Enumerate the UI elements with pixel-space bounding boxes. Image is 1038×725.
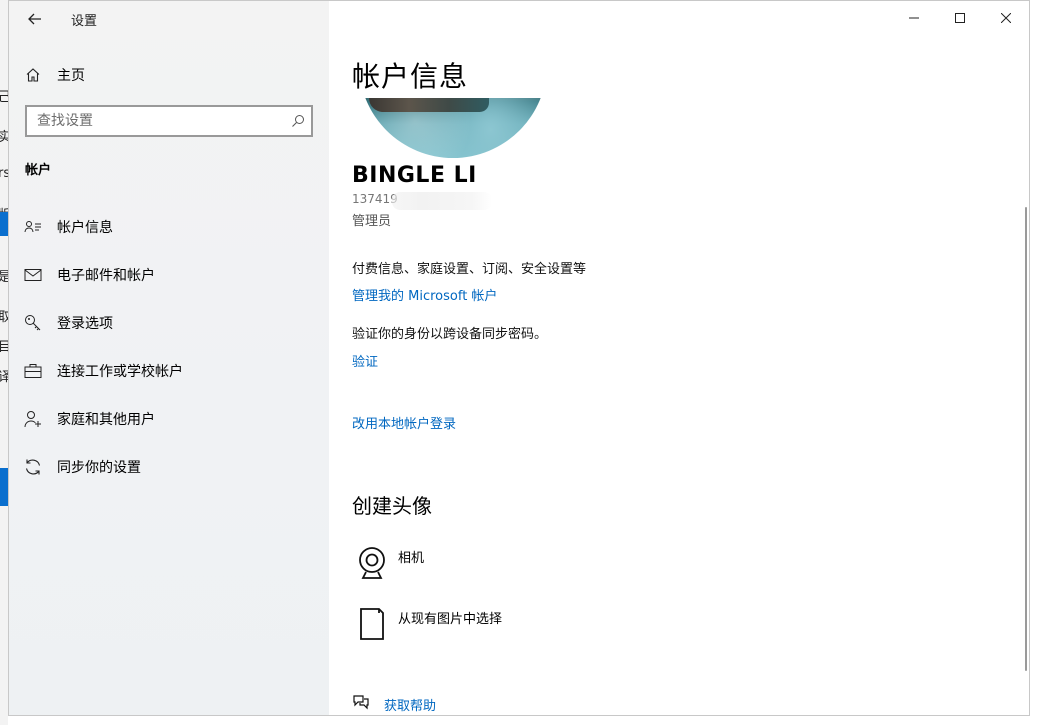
sidebar-item-sync-settings[interactable]: 同步你的设置 — [9, 447, 329, 487]
sidebar-item-label: 电子邮件和帐户 — [57, 268, 155, 284]
user-role: 管理员 — [352, 214, 392, 229]
file-icon — [352, 604, 392, 644]
background-app-text: 己 — [0, 90, 8, 105]
briefcase-icon — [23, 363, 43, 379]
settings-window: 设置 主页 帐户 帐户信息 电子邮件和帐户 — [8, 0, 1030, 716]
background-accent-bar — [0, 212, 8, 236]
minimize-button[interactable] — [891, 1, 937, 35]
help-chat-icon — [352, 694, 370, 714]
search-box — [25, 105, 313, 137]
background-app-text: 目 — [0, 340, 8, 355]
page-title: 帐户信息 — [352, 60, 469, 93]
background-app-text: 是 — [0, 270, 8, 285]
browse-picture-label: 从现有图片中选择 — [398, 612, 503, 627]
sidebar-section-heading: 帐户 — [25, 163, 52, 178]
back-button[interactable] — [21, 5, 49, 33]
create-avatar-heading: 创建头像 — [352, 494, 432, 518]
help-link-label: 获取帮助 — [384, 698, 437, 714]
sidebar-item-label: 帐户信息 — [57, 220, 113, 236]
background-app-text: 译 — [0, 370, 8, 385]
sidebar-item-account-info[interactable]: 帐户信息 — [9, 207, 329, 247]
sidebar-item-label: 同步你的设置 — [57, 460, 141, 476]
use-local-account-link[interactable]: 改用本地帐户登录 — [352, 413, 456, 432]
get-help-link[interactable]: 获取帮助 — [352, 694, 436, 714]
redaction-blur — [392, 192, 492, 210]
sidebar-item-sign-in-options[interactable]: 登录选项 — [9, 303, 329, 343]
user-avatar — [359, 98, 547, 158]
verify-identity-text: 验证你的身份以跨设备同步密码。 — [352, 327, 548, 342]
scrollbar[interactable] — [1025, 207, 1027, 671]
camera-option[interactable]: 相机 — [352, 543, 424, 587]
main-content: 帐户信息 BINGLE LI 137419 管理员 付费信息、家庭设置、订阅、安… — [329, 1, 1029, 715]
user-name: BINGLE LI — [352, 163, 477, 188]
close-button[interactable] — [983, 1, 1029, 35]
sidebar-item-label: 登录选项 — [57, 316, 113, 332]
person-card-icon — [23, 220, 43, 234]
background-app-text: rs — [0, 166, 8, 181]
window-title: 设置 — [71, 14, 98, 29]
maximize-icon — [955, 13, 965, 23]
sidebar-item-label: 家庭和其他用户 — [57, 412, 155, 428]
background-app-text: 实 — [0, 130, 8, 145]
billing-info-text: 付费信息、家庭设置、订阅、安全设置等 — [352, 262, 587, 277]
maximize-button[interactable] — [937, 1, 983, 35]
person-add-icon — [23, 410, 43, 428]
sidebar-item-email-accounts[interactable]: 电子邮件和帐户 — [9, 255, 329, 295]
sidebar-item-label: 连接工作或学校帐户 — [57, 364, 183, 380]
sidebar-item-family-users[interactable]: 家庭和其他用户 — [9, 399, 329, 439]
home-label: 主页 — [57, 68, 85, 84]
sidebar-item-work-school[interactable]: 连接工作或学校帐户 — [9, 351, 329, 391]
minimize-icon — [909, 17, 919, 19]
mail-icon — [23, 268, 43, 282]
home-link[interactable]: 主页 — [23, 63, 85, 87]
browse-picture-option[interactable]: 从现有图片中选择 — [352, 604, 502, 648]
camera-icon — [352, 543, 392, 583]
close-icon — [1001, 13, 1011, 23]
back-arrow-icon — [28, 13, 41, 25]
search-input[interactable] — [27, 108, 285, 134]
verify-link[interactable]: 验证 — [352, 351, 378, 370]
manage-microsoft-account-link[interactable]: 管理我的 Microsoft 帐户 — [352, 285, 497, 304]
sidebar: 设置 主页 帐户 帐户信息 电子邮件和帐户 — [9, 1, 329, 715]
home-icon — [23, 67, 43, 83]
sync-icon — [23, 458, 43, 476]
key-icon — [23, 314, 43, 332]
background-app-text: 取 — [0, 310, 8, 325]
user-phone: 137419 — [352, 192, 398, 206]
background-app-edge: 己 实 rs 版 是 取 目 译 — [0, 0, 8, 725]
background-accent-bar — [0, 468, 8, 506]
search-icon[interactable] — [285, 114, 311, 128]
camera-label: 相机 — [398, 551, 425, 566]
